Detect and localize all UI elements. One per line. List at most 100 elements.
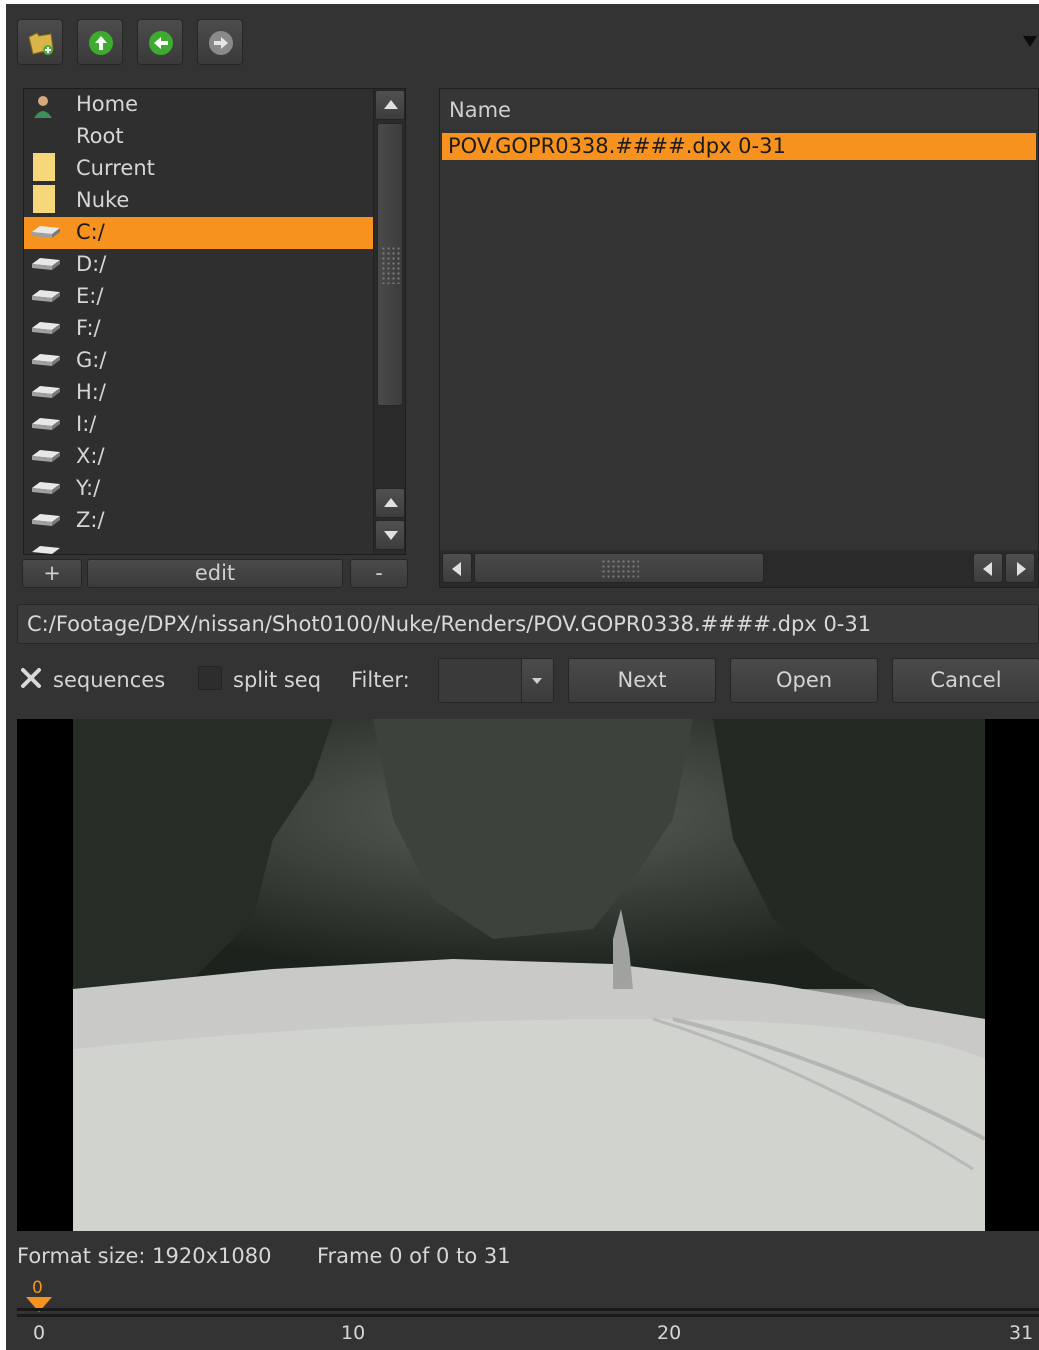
new-folder-icon <box>28 32 54 55</box>
favorite-label: Home <box>76 92 139 116</box>
folder-icon <box>33 153 55 181</box>
favorite-label: X:/ <box>76 444 105 468</box>
favorite-item-root[interactable]: Root <box>24 121 373 153</box>
filter-dropdown[interactable] <box>438 658 554 703</box>
back-button[interactable] <box>137 19 183 65</box>
file-browser-window: Home Root Current Nuke C:/ D:/ E:/ F:/ G… <box>6 4 1039 1350</box>
favorite-label: Y:/ <box>76 476 101 500</box>
sequences-checkbox[interactable] <box>19 666 43 690</box>
scroll-right-button[interactable] <box>1005 553 1035 583</box>
tick-label: 10 <box>341 1322 366 1344</box>
tick-label: 31 <box>1009 1322 1034 1344</box>
chevron-up-icon <box>384 498 398 507</box>
favorite-item-nuke[interactable]: Nuke <box>24 185 373 217</box>
favorite-item-d-drive[interactable]: D:/ <box>24 249 373 281</box>
forest-snow-image <box>73 719 985 1231</box>
frame-timeline[interactable]: 0 0 10 20 31 <box>17 1278 1039 1350</box>
scroll-up-button[interactable] <box>375 90 405 120</box>
open-button[interactable]: Open <box>730 658 878 703</box>
column-header-label: Name <box>449 98 511 122</box>
drive-icon <box>32 514 60 526</box>
arrow-right-icon <box>209 31 233 55</box>
filter-dropdown-button[interactable] <box>521 659 553 702</box>
menu-dropdown-icon[interactable] <box>1023 36 1037 47</box>
favorite-item-f-drive[interactable]: F:/ <box>24 313 373 345</box>
favorite-label: Root <box>76 124 124 148</box>
favorite-item-z-drive[interactable]: Z:/ <box>24 505 373 537</box>
home-user-icon <box>34 96 52 118</box>
favorite-item-x-drive[interactable]: X:/ <box>24 441 373 473</box>
new-folder-button[interactable] <box>17 19 63 65</box>
grip-icon <box>381 246 401 284</box>
favorite-item-home[interactable]: Home <box>24 89 373 121</box>
file-list: Name POV.GOPR0338.####.dpx 0-31 <box>439 88 1039 588</box>
favorite-item-y-drive[interactable]: Y:/ <box>24 473 373 505</box>
scroll-up-button-bottom[interactable] <box>375 488 405 518</box>
checkmark-x-icon <box>21 668 41 688</box>
scrollbar-thumb[interactable] <box>377 123 403 406</box>
drive-icon <box>32 482 60 494</box>
split-seq-label: split seq <box>233 668 322 692</box>
arrow-left-icon <box>149 31 173 55</box>
sequences-label: sequences <box>53 668 166 692</box>
favorite-label: Nuke <box>76 188 130 212</box>
column-header-name[interactable]: Name <box>440 89 1038 129</box>
favorite-item-c-drive[interactable]: C:/ <box>24 217 373 249</box>
favorite-label: Current <box>76 156 155 180</box>
favorite-item-g-drive[interactable]: G:/ <box>24 345 373 377</box>
drive-icon <box>32 290 60 302</box>
forward-button[interactable] <box>197 19 243 65</box>
remove-favorite-button[interactable]: - <box>350 559 408 588</box>
chevron-up-icon <box>384 100 398 109</box>
scroll-left-button-right[interactable] <box>973 553 1003 583</box>
favorite-label: G:/ <box>76 348 107 372</box>
scroll-down-button[interactable] <box>375 520 405 550</box>
drive-icon <box>32 546 60 554</box>
favorite-item-current[interactable]: Current <box>24 153 373 185</box>
favorite-label: F:/ <box>76 316 101 340</box>
favorite-label: I:/ <box>76 412 97 436</box>
cancel-button[interactable]: Cancel <box>892 658 1039 703</box>
image-preview <box>17 719 1039 1231</box>
favorite-label: E:/ <box>76 284 104 308</box>
format-size-text: Format size: 1920x1080 <box>17 1244 272 1268</box>
favorite-item-e-drive[interactable]: E:/ <box>24 281 373 313</box>
grip-icon <box>601 559 639 579</box>
favorite-item-h-drive[interactable]: H:/ <box>24 377 373 409</box>
favorite-label: Z:/ <box>76 508 105 532</box>
drive-icon <box>32 386 60 398</box>
file-name: POV.GOPR0338.####.dpx 0-31 <box>448 134 786 158</box>
drive-icon <box>32 450 60 462</box>
chevron-left-icon <box>983 562 992 576</box>
chevron-right-icon <box>1017 562 1026 576</box>
frame-info-text: Frame 0 of 0 to 31 <box>317 1244 511 1268</box>
next-button[interactable]: Next <box>568 658 716 703</box>
drive-icon <box>32 258 60 270</box>
current-frame-label: 0 <box>32 1278 43 1298</box>
folder-icon <box>33 185 55 213</box>
drive-icon <box>32 226 60 238</box>
path-field[interactable]: C:/Footage/DPX/nissan/Shot0100/Nuke/Rend… <box>17 604 1039 644</box>
drive-icon <box>32 354 60 366</box>
favorite-label: D:/ <box>76 252 107 276</box>
drive-icon <box>32 322 60 334</box>
favorite-item-partial <box>24 537 373 554</box>
edit-favorites-button[interactable]: edit <box>87 559 343 588</box>
tick-label: 20 <box>657 1322 682 1344</box>
favorite-item-i-drive[interactable]: I:/ <box>24 409 373 441</box>
path-value: C:/Footage/DPX/nissan/Shot0100/Nuke/Rend… <box>27 612 872 636</box>
file-row[interactable]: POV.GOPR0338.####.dpx 0-31 <box>442 133 1036 160</box>
scroll-left-button[interactable] <box>442 553 472 583</box>
file-list-hscrollbar[interactable] <box>440 550 1038 587</box>
preview-image <box>73 719 985 1231</box>
chevron-down-icon <box>532 678 542 684</box>
chevron-down-icon <box>384 531 398 540</box>
favorite-label: C:/ <box>76 220 105 244</box>
filter-label: Filter: <box>351 668 410 692</box>
add-favorite-button[interactable]: + <box>22 559 82 588</box>
favorites-scrollbar[interactable] <box>373 89 405 554</box>
tick-label: 0 <box>33 1322 46 1344</box>
hscrollbar-thumb[interactable] <box>474 553 764 583</box>
up-button[interactable] <box>77 19 123 65</box>
split-seq-checkbox[interactable] <box>198 666 222 690</box>
